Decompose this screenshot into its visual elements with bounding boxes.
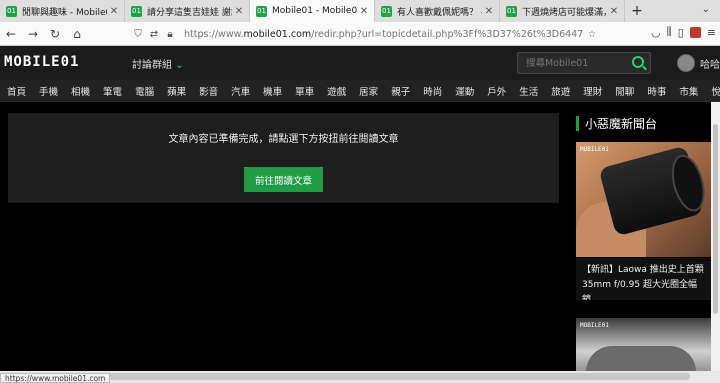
redirect-panel: 文章內容已準備完成，請點選下方按扭前往閱讀文章 前往閱讀文章	[8, 113, 559, 203]
tab-title: Mobile01 - Mobile01	[272, 6, 357, 16]
tab-title: 有人喜歡戴佩妮嗎？ - Mobile	[397, 7, 482, 18]
close-tab-icon[interactable]: ✕	[607, 6, 621, 17]
redirect-icon[interactable]: ⇄	[146, 29, 162, 40]
mobile01-favicon-icon: 01	[131, 5, 142, 17]
forum-menu-label: 討論群組	[132, 60, 172, 71]
search-icon[interactable]	[632, 56, 644, 68]
chevron-down-icon: ⌄	[175, 60, 184, 71]
category-link[interactable]: 機車	[263, 84, 282, 98]
redirect-message: 文章內容已準備完成，請點選下方按扭前往閱讀文章	[168, 134, 399, 145]
site-search[interactable]	[517, 52, 651, 74]
library-icon[interactable]: ⫼	[667, 25, 672, 39]
sidebar-title-text: 小惡魔新聞台	[585, 116, 658, 131]
accent-bar	[576, 115, 579, 131]
sidebar-icon[interactable]: ▯	[678, 26, 684, 39]
scrollbar-thumb[interactable]	[713, 124, 718, 314]
category-link[interactable]: 親子	[391, 84, 410, 98]
car-image	[586, 346, 696, 373]
url-text[interactable]: https://www.mobile01.com/redir.php?url=t…	[184, 29, 584, 40]
news-thumbnail[interactable]: MOBILE01	[576, 318, 711, 373]
category-link[interactable]: 電腦	[135, 84, 154, 98]
sidebar-title: 小惡魔新聞台	[576, 113, 711, 133]
category-link[interactable]: 居家	[359, 84, 378, 98]
category-link[interactable]: 影音	[199, 84, 218, 98]
extension-icon[interactable]	[689, 26, 701, 38]
home-icon[interactable]: ⌂	[66, 27, 88, 41]
news-thumbnail[interactable]: MOBILE01	[576, 142, 711, 257]
tab-title: 請分享這隻吉娃娃 謝謝 - Mob	[147, 7, 232, 18]
tab-title: 下週燒烤店可能爆滿，好險外...	[522, 7, 607, 18]
category-nav: 首頁 手機 相機 筆電 電腦 蘋果 影音 汽車 機車 單車 遊戲 居家 親子 時尚 運動 戶外 生活 旅遊 理財 閒聊…	[0, 80, 720, 102]
category-link[interactable]: 運動	[455, 84, 474, 98]
browser-tab-active[interactable]: 01 Mobile01 - Mobile01 ✕	[250, 0, 375, 22]
browser-tab[interactable]: 01 下週燒烤店可能爆滿，好險外...✕	[500, 0, 625, 22]
category-link[interactable]: 悅遊日本	[711, 84, 720, 98]
url-path: /redir.php?url=topicdetail.php%3Ff%3D37%…	[311, 28, 584, 40]
category-link[interactable]: 單車	[295, 84, 314, 98]
address-bar[interactable]: ⛉ ⇄ 🔒︎ https://www.mobile01.com/redir.ph…	[130, 25, 600, 43]
search-input[interactable]	[526, 57, 626, 69]
close-tab-icon[interactable]: ✕	[232, 6, 246, 17]
browser-tab-bar: 01閒聊與趣味 - Mobile01✕ 01請分享這隻吉娃娃 謝謝 - Mob✕…	[0, 0, 720, 22]
tab-title: 閒聊與趣味 - Mobile01	[22, 7, 107, 18]
url-prefix: https://www.	[184, 28, 244, 40]
category-link[interactable]: 遊戲	[327, 84, 346, 98]
browser-tab[interactable]: 01 請分享這隻吉娃娃 謝謝 - Mob✕	[125, 0, 250, 22]
category-link[interactable]: 市集	[679, 84, 698, 98]
category-link[interactable]: 相機	[71, 84, 90, 98]
forum-menu[interactable]: 討論群組 ⌄	[132, 56, 184, 71]
menu-icon[interactable]: ≡	[707, 26, 716, 39]
category-link[interactable]: 汽車	[231, 84, 250, 98]
avatar[interactable]	[677, 54, 695, 72]
camera-lens-image	[598, 145, 704, 237]
close-tab-icon[interactable]: ✕	[107, 6, 121, 17]
shield-icon[interactable]: ⛉	[130, 29, 146, 40]
browser-tab[interactable]: 01 閒聊與趣味 - Mobile01✕	[0, 0, 125, 22]
category-link[interactable]: 閒聊	[615, 84, 634, 98]
status-bar-url: https://www.mobile01.com	[0, 373, 111, 383]
mobile01-favicon-icon: 01	[381, 5, 392, 17]
reload-icon[interactable]: ↻	[44, 27, 66, 41]
close-tab-icon[interactable]: ✕	[482, 6, 496, 17]
watermark: MOBILE01	[580, 322, 609, 329]
category-link[interactable]: 首頁	[7, 84, 26, 98]
category-link[interactable]: 時尚	[423, 84, 442, 98]
new-tab-button[interactable]: +	[625, 0, 649, 22]
lock-icon[interactable]: 🔒︎	[162, 29, 178, 40]
category-link[interactable]: 手機	[39, 84, 58, 98]
watermark: MOBILE01	[580, 146, 609, 153]
pocket-icon[interactable]: ◡	[651, 26, 661, 39]
read-article-button[interactable]: 前往閱讀文章	[244, 167, 323, 192]
category-link[interactable]: 理財	[583, 84, 602, 98]
scrollbar-thumb[interactable]	[100, 373, 690, 380]
news-sidebar: 小惡魔新聞台 MOBILE01 【新訊】Laowa 推出史上首顆35mm f/0…	[576, 113, 711, 373]
close-tab-icon[interactable]: ✕	[357, 6, 371, 17]
url-domain: mobile01.com	[243, 28, 312, 40]
category-link[interactable]: 時事	[647, 84, 666, 98]
vertical-scrollbar[interactable]	[711, 102, 720, 371]
bookmark-star-icon[interactable]: ☆	[584, 29, 600, 40]
mobile01-favicon-icon: 01	[256, 5, 267, 17]
site-header: MOBILE01 討論群組 ⌄ 哈哈	[0, 46, 720, 80]
category-link[interactable]: 筆電	[103, 84, 122, 98]
toolbar-icons: ◡ ⫼ ▯ ≡	[651, 25, 716, 39]
mobile01-logo[interactable]: MOBILE01	[4, 54, 79, 70]
category-link[interactable]: 旅遊	[551, 84, 570, 98]
category-link[interactable]: 戶外	[487, 84, 506, 98]
mobile01-favicon-icon: 01	[506, 5, 517, 17]
category-link[interactable]: 生活	[519, 84, 538, 98]
browser-nav-bar: ← → ↻ ⌂ ⛉ ⇄ 🔒︎ https://www.mobile01.com/…	[0, 22, 720, 46]
back-arrow-icon[interactable]: ←	[0, 27, 22, 41]
mobile01-favicon-icon: 01	[6, 5, 17, 17]
browser-tab[interactable]: 01 有人喜歡戴佩妮嗎？ - Mobile✕	[375, 0, 500, 22]
category-link[interactable]: 蘋果	[167, 84, 186, 98]
forward-arrow-icon[interactable]: →	[22, 27, 44, 41]
username[interactable]: 哈哈	[700, 56, 720, 71]
list-tabs-chevron-icon[interactable]: ⌄	[702, 4, 710, 15]
news-caption[interactable]: 【新訊】Laowa 推出史上首顆35mm f/0.95 超大光圈全幅鏡...	[576, 258, 711, 300]
